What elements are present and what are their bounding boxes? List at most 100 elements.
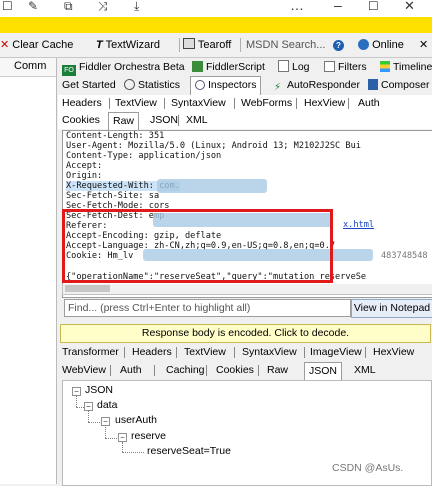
resp-tab-caching[interactable]: Caching [162,362,209,379]
tab-get-started[interactable]: Get Started [58,77,120,94]
help-icon[interactable]: ? [333,37,344,53]
resp-tab-webview[interactable]: WebView [58,362,110,379]
tab-autoresponder[interactable]: ⚡ AutoResponder [270,77,364,94]
inspectors-icon [195,80,205,90]
resp-tab-syntaxview[interactable]: SyntaxView [238,344,301,361]
autoresponder-icon: ⚡ [274,82,282,93]
tab-composer[interactable]: Composer [364,77,432,94]
req-tab-webforms[interactable]: WebForms [237,95,296,112]
tree-node-userauth[interactable]: userAuth [115,414,157,426]
req-tab-syntaxview[interactable]: SyntaxView [167,95,230,112]
request-tab-row-1: Headers TextView SyntaxView WebForms Hex… [58,95,432,112]
clear-cache-label: Clear Cache [12,39,74,51]
tab-statistics[interactable]: Statistics [120,77,184,94]
clear-cache-button[interactable]: ✕ Clear Cache [0,37,73,53]
req-tab-raw[interactable]: Raw [108,112,140,130]
response-tab-row-1: Transformer Headers TextView SyntaxView … [58,344,432,361]
msdn-search-input[interactable]: MSDN Search... [246,37,325,53]
fo-icon: FO [62,65,76,76]
response-encoded-notice[interactable]: Response body is encoded. Click to decod… [60,324,431,343]
close-icon[interactable]: ✕ [404,0,415,14]
column-header-comments[interactable]: Comm [14,60,46,72]
more-icon[interactable]: … [290,0,304,13]
tearoff-button[interactable]: Tearoff [183,37,231,53]
raw-line: Accept: [66,161,103,171]
redaction-blur [157,179,267,193]
cookie-fragment: 483748548 [381,251,428,261]
raw-line: User-Agent: Mozilla/5.0 (Linux; Android … [66,141,361,151]
tree-node-data[interactable]: data [97,399,117,411]
scrollbar-thumb[interactable] [65,285,110,292]
clear-cache-icon: ✕ [0,39,10,51]
log-icon [278,60,289,72]
copy-icon[interactable]: ⧉ [64,0,73,14]
tree-node-reserveseat[interactable]: reserveSeat=True [147,445,231,457]
resp-tab-headers[interactable]: Headers [128,344,176,361]
horizontal-scrollbar[interactable] [62,284,432,295]
req-tab-headers[interactable]: Headers [58,95,106,112]
notification-bar [0,17,432,33]
tab-log[interactable]: Log [274,59,314,76]
tab-inspectors[interactable]: Inspectors [190,76,262,95]
textwizard-icon: T [96,39,103,51]
resp-tab-transformer[interactable]: Transformer [58,344,123,361]
find-input[interactable]: Find... (press Ctrl+Enter to highlight a… [64,299,351,317]
download-icon[interactable]: ⤓ [134,0,139,14]
referer-link[interactable]: x.html [343,220,374,230]
textwizard-label: TextWizard [105,39,160,51]
textwizard-button[interactable]: T TextWizard [96,37,160,53]
filters-checkbox-icon [324,61,335,72]
shuffle-icon[interactable]: ⤨ [98,0,108,14]
network-icon [358,39,369,50]
edit-icon[interactable]: ✎ [28,0,38,13]
resp-tab-xml[interactable]: XML [350,362,380,379]
minimize-icon[interactable]: – [334,0,342,13]
resp-tab-auth[interactable]: Auth [116,362,146,379]
req-tab-hexview[interactable]: HexView [300,95,349,112]
checkbox-icon[interactable]: ☐ [2,0,13,13]
req-tab-json[interactable]: JSON [146,112,182,129]
online-status[interactable]: Online [358,37,404,53]
resp-tab-textview[interactable]: TextView [180,344,230,361]
tab-fiddlerscript[interactable]: FiddlerScript [188,59,269,76]
top-tab-row-2: Get Started Statistics Inspectors ⚡ AutoR… [58,76,432,95]
session-list-header: Comm [0,58,56,77]
timeline-icon [380,61,390,72]
watermark: CSDN @AsUs. [332,462,404,474]
tab-timeline[interactable]: Timeline [376,59,432,76]
raw-line: Content-Type: application/json [66,151,222,161]
req-tab-auth[interactable]: Auth [354,95,384,112]
composer-icon [368,79,378,90]
req-tab-cookies[interactable]: Cookies [58,112,104,129]
online-label: Online [372,39,404,51]
raw-line: Content-Length: 351 [66,131,165,141]
tree-node-reserve[interactable]: reserve [131,430,166,442]
toolbar: ✕ Clear Cache T TextWizard Tearoff MSDN … [0,33,432,58]
find-bar: Find... (press Ctrl+Enter to highlight a… [62,299,432,319]
resp-tab-hexview[interactable]: HexView [369,344,418,361]
tree-node-json[interactable]: JSON [85,384,113,396]
resp-tab-raw[interactable]: Raw [263,362,292,379]
req-tab-textview[interactable]: TextView [111,95,161,112]
req-tab-xml[interactable]: XML [182,112,212,129]
maximize-icon[interactable]: ☐ [368,0,379,13]
script-icon [192,61,203,72]
statistics-icon [124,79,135,90]
tab-filters[interactable]: Filters [320,59,371,76]
session-list: Comm [0,58,57,484]
resp-tab-cookies[interactable]: Cookies [212,362,258,379]
window-title-bar: ☐ ✎ ⧉ ⤨ ⤓ … – ☐ ✕ [0,0,432,17]
view-in-notepad-button[interactable]: View in Notepad [351,299,432,318]
close-toolbar-icon[interactable]: ✕ [419,37,428,53]
resp-tab-imageview[interactable]: ImageView [306,344,366,361]
tearoff-icon [183,38,195,49]
raw-line: Origin: [66,171,103,181]
collapse-toggle-icon[interactable]: − [118,433,127,442]
resp-tab-json[interactable]: JSON [304,362,343,380]
tearoff-label: Tearoff [197,39,232,51]
request-tab-row-2: Cookies Raw JSON XML [58,112,432,130]
top-tab-row-1: FO Fiddler Orchestra Beta FiddlerScript L… [58,59,432,77]
raw-line: Sec-Fetch-Site: sa [66,191,160,201]
highlight-box [62,209,333,283]
tab-fiddler-orchestra[interactable]: FO Fiddler Orchestra Beta [58,59,189,76]
